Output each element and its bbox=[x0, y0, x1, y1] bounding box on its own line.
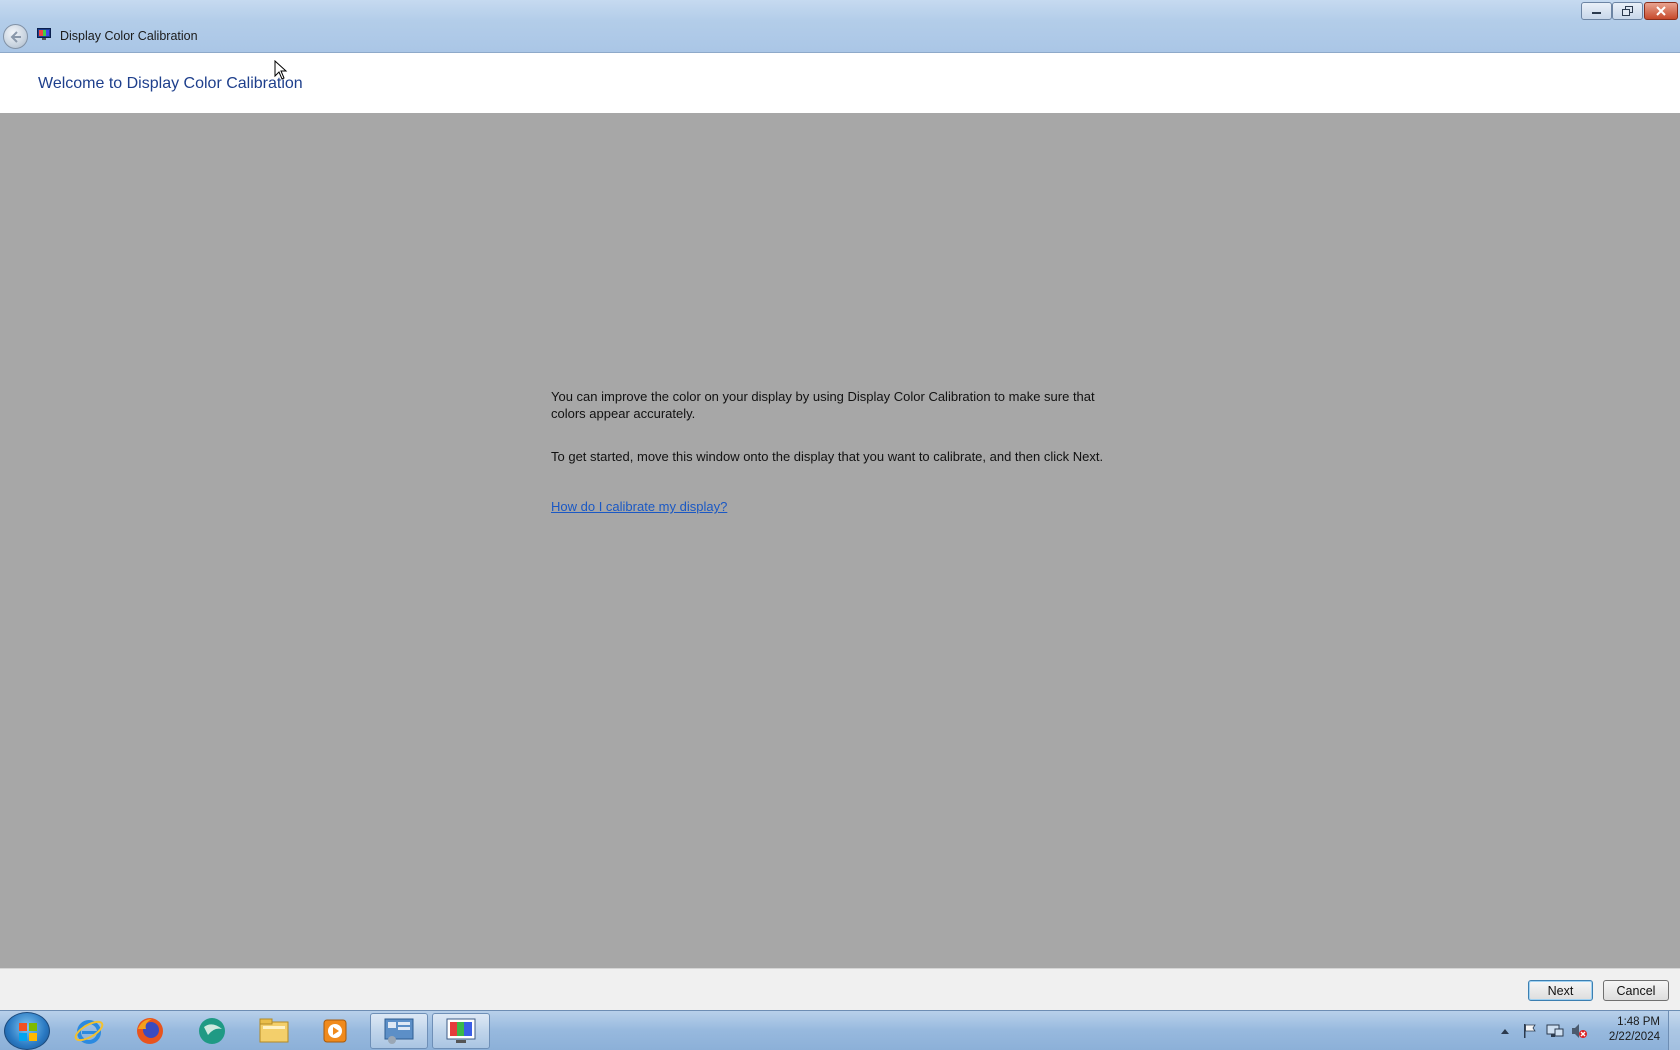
system-clock[interactable]: 1:48 PM 2/22/2024 bbox=[1590, 1015, 1660, 1045]
close-icon bbox=[1656, 6, 1666, 16]
instructions-paragraph: To get started, move this window onto th… bbox=[551, 449, 1104, 464]
app-icon bbox=[199, 1018, 225, 1044]
back-button[interactable] bbox=[3, 24, 28, 49]
windows-logo-icon bbox=[19, 1023, 37, 1041]
close-button[interactable] bbox=[1644, 2, 1678, 20]
restore-icon bbox=[1621, 6, 1633, 16]
clock-time: 1:48 PM bbox=[1617, 1016, 1660, 1028]
next-button[interactable]: Next bbox=[1528, 980, 1593, 1001]
back-arrow-icon bbox=[10, 31, 21, 43]
page-title: Welcome to Display Color Calibration bbox=[38, 75, 303, 92]
minimize-button[interactable] bbox=[1581, 2, 1612, 20]
restore-button[interactable] bbox=[1612, 2, 1643, 20]
clock-date: 2/22/2024 bbox=[1608, 1031, 1660, 1043]
media-player-icon bbox=[323, 1019, 347, 1043]
minimize-icon bbox=[1591, 12, 1601, 14]
show-hidden-icons-icon[interactable] bbox=[1500, 1027, 1510, 1035]
network-icon[interactable] bbox=[1546, 1023, 1564, 1039]
control-panel-icon bbox=[384, 1018, 414, 1044]
intro-paragraph: You can improve the color on your displa… bbox=[551, 389, 1095, 421]
taskbar-firefox[interactable] bbox=[121, 1013, 179, 1049]
taskbar: 1:48 PM 2/22/2024 bbox=[0, 1010, 1680, 1050]
wizard-content: You can improve the color on your displa… bbox=[0, 113, 1680, 968]
wizard-footer: Next Cancel bbox=[0, 968, 1680, 1010]
internet-explorer-icon bbox=[74, 1020, 104, 1044]
taskbar-internet-explorer[interactable] bbox=[60, 1013, 118, 1049]
cancel-button[interactable]: Cancel bbox=[1603, 980, 1669, 1001]
start-button[interactable] bbox=[4, 1012, 50, 1050]
window-title: Display Color Calibration bbox=[60, 29, 198, 43]
help-link[interactable]: How do I calibrate my display? bbox=[551, 499, 727, 514]
wizard-header: Welcome to Display Color Calibration bbox=[0, 53, 1680, 113]
taskbar-display-calibration[interactable] bbox=[432, 1013, 490, 1049]
taskbar-app[interactable] bbox=[183, 1013, 241, 1049]
volume-muted-icon[interactable] bbox=[1570, 1023, 1588, 1039]
display-calibration-icon bbox=[446, 1018, 476, 1043]
title-bar: Display Color Calibration bbox=[0, 0, 1680, 53]
file-explorer-icon bbox=[259, 1018, 289, 1043]
taskbar-media-player[interactable] bbox=[306, 1013, 364, 1049]
display-calibration-icon bbox=[37, 28, 51, 40]
show-desktop-button[interactable] bbox=[1668, 1011, 1680, 1050]
taskbar-control-panel[interactable] bbox=[370, 1013, 428, 1049]
action-center-flag-icon[interactable] bbox=[1522, 1023, 1538, 1039]
mouse-cursor-icon bbox=[274, 60, 288, 80]
firefox-icon bbox=[137, 1018, 163, 1044]
taskbar-file-explorer[interactable] bbox=[245, 1013, 303, 1049]
